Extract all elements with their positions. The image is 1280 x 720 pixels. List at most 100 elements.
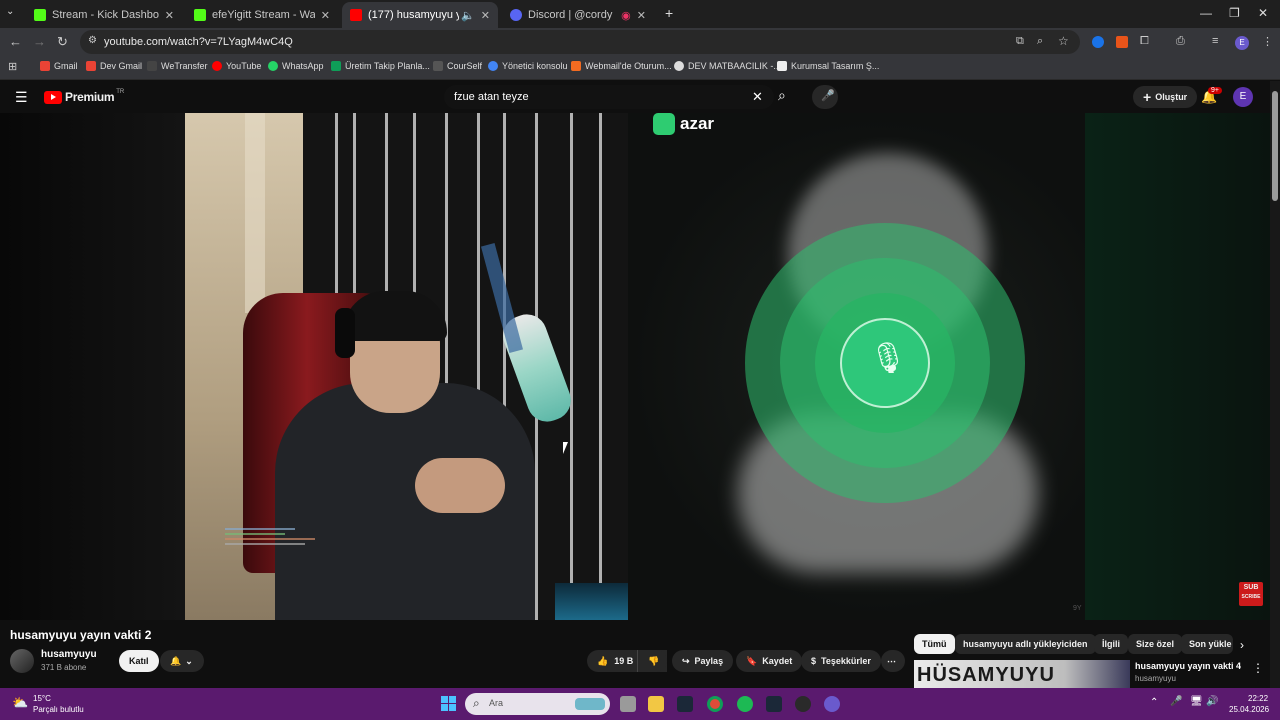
wetransfer-icon [147, 61, 157, 71]
clear-search-icon[interactable]: ✕ [752, 89, 763, 105]
bookmark-wetransfer[interactable]: WeTransfer [147, 61, 208, 71]
tab-youtube-active[interactable]: (177) husamyuyu yayın vakt 🔈 ✕ [342, 2, 498, 28]
site-info-icon[interactable]: ⚙ [88, 35, 97, 46]
bookmark-label: WeTransfer [161, 61, 208, 71]
tab-discord[interactable]: Discord | @cordy ◉ ✕ [502, 2, 654, 28]
video-menu-icon[interactable]: ⋮ [1252, 661, 1264, 675]
reload-icon[interactable]: ↻ [57, 34, 68, 50]
video-player[interactable]: azar 🎙 9Y SUB SCRIBE [0, 113, 1270, 620]
tray-microphone-icon[interactable]: 🎤 [1170, 696, 1182, 707]
recommended-video-title[interactable]: husamyuyu yayın vakti 4 [1135, 661, 1241, 671]
windows-start-icon[interactable] [441, 696, 457, 712]
restore-icon[interactable]: ❐ [1229, 6, 1240, 20]
chip-all[interactable]: Tümü [914, 634, 955, 654]
extensions-puzzle-icon[interactable]: ⧠ [1140, 35, 1149, 48]
cast-icon[interactable]: ⧉ [1016, 35, 1024, 48]
extension-icon[interactable] [1116, 36, 1128, 48]
sub-badge-text: SUB [1243, 584, 1259, 591]
file-explorer-icon[interactable] [648, 696, 664, 712]
search-icon[interactable]: ⌕ [778, 87, 786, 104]
extension-icon[interactable] [1092, 36, 1104, 48]
hamburger-menu-icon[interactable]: ☰ [15, 89, 28, 106]
bookmark-label: Yönetici konsolu [502, 61, 568, 71]
forward-icon[interactable]: → [33, 34, 46, 49]
bookmark-whatsapp[interactable]: WhatsApp [268, 61, 324, 71]
app-icon[interactable] [824, 696, 840, 712]
new-tab-icon[interactable]: + [665, 5, 673, 21]
taskbar-search-placeholder[interactable]: Ara [489, 698, 503, 708]
thanks-button[interactable]: $ Teşekkürler [801, 650, 881, 672]
create-button[interactable]: + Oluştur [1133, 86, 1198, 108]
bookmark-dev-gmail[interactable]: Dev Gmail [86, 61, 142, 71]
chip-from-uploader[interactable]: husamyuyu adlı yükleyiciden [955, 634, 1096, 654]
chip-label: Son yükle [1189, 639, 1232, 649]
clock-time[interactable]: 22:22 [1248, 694, 1268, 703]
join-button[interactable]: Katıl [119, 650, 159, 672]
bookmark-gmail[interactable]: Gmail [40, 61, 78, 71]
tab-title: Discord | @cordy [528, 9, 613, 21]
network-icon[interactable]: 🖥 [1190, 696, 1203, 707]
media-control-icon[interactable]: ≡ [1212, 35, 1218, 47]
back-icon[interactable]: ← [9, 34, 22, 49]
volume-icon[interactable]: 🔊 [1206, 696, 1218, 707]
profile-avatar[interactable]: E [1235, 36, 1249, 50]
minimize-icon[interactable]: — [1200, 6, 1212, 20]
youtube-premium-logo[interactable]: Premium TR [44, 89, 124, 104]
weather-icon[interactable]: ⛅ [12, 695, 28, 711]
task-view-icon[interactable] [620, 696, 636, 712]
window-close-icon[interactable]: ✕ [1258, 6, 1268, 20]
close-icon[interactable]: ✕ [321, 9, 330, 22]
chevron-right-icon[interactable]: › [1240, 638, 1244, 652]
close-icon[interactable]: ✕ [165, 9, 174, 22]
recommended-video-channel[interactable]: husamyuyu [1135, 674, 1176, 683]
bookmark-kurumsal-tasarim[interactable]: Kurumsal Tasarım Ş... [777, 61, 879, 71]
channel-name[interactable]: husamyuyu [41, 649, 97, 660]
chip-recent[interactable]: Son yükle [1181, 634, 1233, 654]
bookmark-webmail[interactable]: Webmail'de Oturum... [571, 61, 672, 71]
recommended-video[interactable]: HÜSAMYUYU [914, 660, 1130, 688]
account-avatar[interactable]: E [1233, 87, 1253, 107]
steam-icon[interactable] [766, 696, 782, 712]
weather-temperature[interactable]: 15°C [33, 694, 51, 703]
apps-grid-icon[interactable]: ⊞ [8, 60, 17, 73]
tab-efeyigitt-stream[interactable]: efeYigitt Stream - Watch Live o ✕ [186, 2, 338, 28]
spotify-icon[interactable] [737, 696, 753, 712]
chip-for-you[interactable]: Size özel [1128, 634, 1183, 654]
browser-menu-icon[interactable]: ⋮ [1262, 35, 1273, 48]
bookmark-courself[interactable]: CourSelf [433, 61, 482, 71]
bookmark-youtube[interactable]: YouTube [212, 61, 261, 71]
speaker-icon[interactable]: 🔈 [461, 9, 475, 22]
tab-search-icon[interactable]: ⌄ [6, 6, 14, 17]
search-input[interactable]: fzue atan teyze ✕ [444, 85, 774, 109]
print-icon[interactable]: ⎙ [1176, 35, 1185, 48]
bookmark-star-icon[interactable]: ☆ [1058, 34, 1069, 48]
taskbar-search[interactable]: ⌕ Ara [465, 693, 610, 715]
google-icon [674, 61, 684, 71]
notification-bell-button[interactable]: 🔔 ⌄ [160, 650, 204, 672]
channel-avatar[interactable] [10, 649, 34, 673]
bookmark-yonetici-konsolu[interactable]: Yönetici konsolu [488, 61, 568, 71]
save-button[interactable]: 🔖 Kaydet [736, 650, 803, 672]
share-button[interactable]: ↪ Paylaş [672, 650, 734, 672]
address-bar[interactable]: ⚙ youtube.com/watch?v=7LYagM4wC4Q ⧉ ⌕ ☆ [80, 30, 1080, 54]
obs-icon[interactable] [795, 696, 811, 712]
url-text[interactable]: youtube.com/watch?v=7LYagM4wC4Q [104, 36, 293, 48]
more-actions-button[interactable]: ⋯ [881, 650, 905, 672]
dislike-button[interactable]: 👎 [637, 650, 667, 672]
zoom-icon[interactable]: ⌕ [1037, 35, 1043, 48]
weather-condition[interactable]: Parçalı bulutlu [33, 705, 84, 714]
scrollbar-thumb[interactable] [1272, 91, 1278, 201]
chip-related[interactable]: İlgili [1094, 634, 1128, 654]
search-query[interactable]: fzue atan teyze [454, 91, 529, 103]
tab-kick-dashboard[interactable]: Stream - Kick Dashboard ✕ [26, 2, 182, 28]
close-icon[interactable]: ✕ [637, 9, 646, 22]
bookmark-dev-matbaacilik[interactable]: DEV MATBAACILIK -... [674, 61, 781, 71]
close-icon[interactable]: ✕ [481, 9, 490, 22]
steam-icon[interactable] [677, 696, 693, 712]
tray-chevron-icon[interactable]: ⌃ [1150, 697, 1158, 708]
subscribe-watermark[interactable]: SUB SCRIBE [1239, 582, 1263, 606]
bookmark-uretim-takip[interactable]: Üretim Takip Planla... [331, 61, 430, 71]
clock-date[interactable]: 25.04.2026 [1229, 705, 1269, 714]
chrome-icon[interactable] [707, 696, 723, 712]
page-scrollbar[interactable] [1270, 81, 1280, 688]
